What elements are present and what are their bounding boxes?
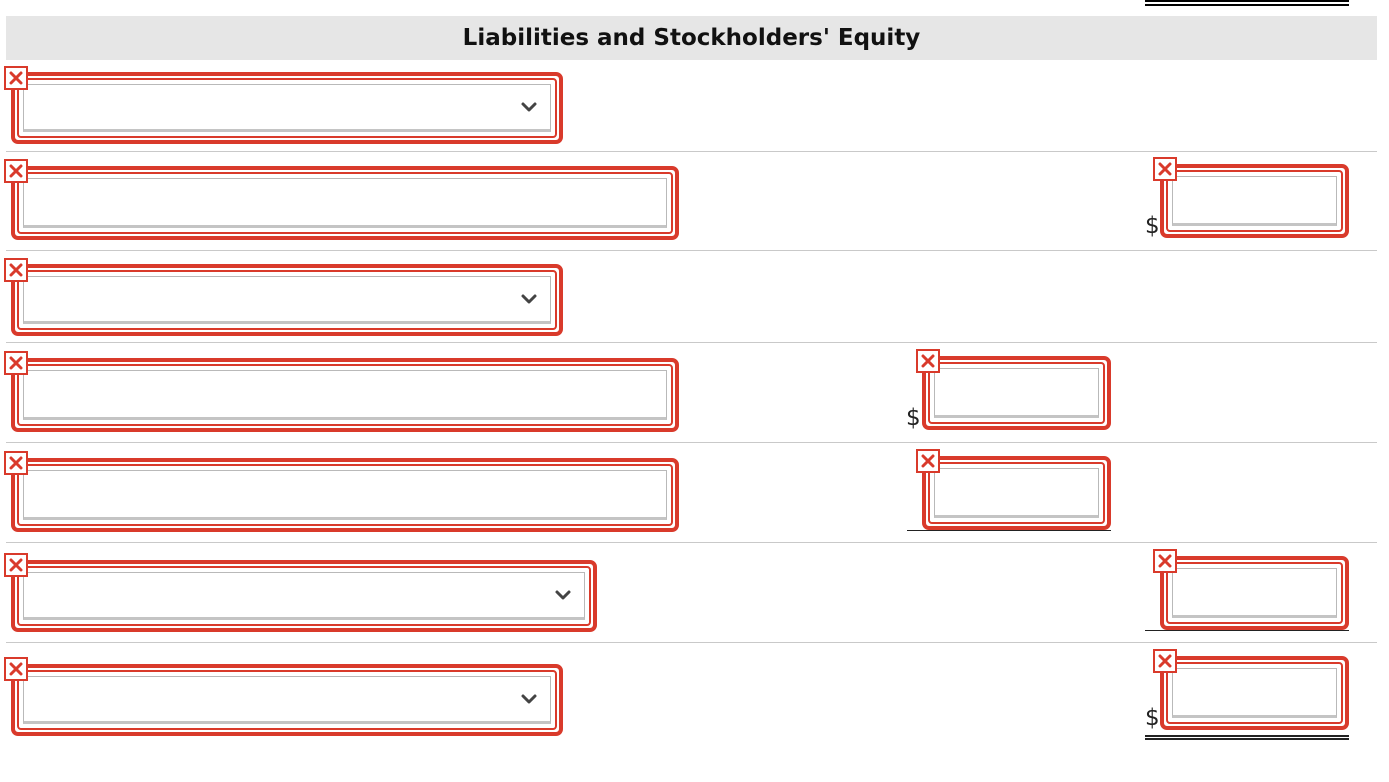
subtotal-underline: [907, 530, 1111, 531]
chevron-down-icon: [521, 694, 537, 704]
error-x-icon: [4, 553, 28, 577]
error-x-icon: [4, 66, 28, 90]
top-double-underline: [1145, 0, 1349, 6]
amount-field[interactable]: [934, 468, 1099, 518]
account-select-row-6[interactable]: [11, 560, 597, 632]
amount-input-row-2[interactable]: [1160, 164, 1349, 238]
amount-input-row-7[interactable]: [1160, 656, 1349, 730]
chevron-down-icon: [521, 294, 537, 304]
amount-input-row-4[interactable]: [922, 356, 1111, 430]
amount-field[interactable]: [1172, 668, 1337, 718]
account-input-row-4[interactable]: [11, 358, 679, 432]
row-divider: [6, 151, 1377, 152]
account-select-row-7[interactable]: [11, 664, 563, 736]
amount-field[interactable]: [1172, 568, 1337, 618]
amount-input-row-6[interactable]: [1160, 556, 1349, 630]
error-x-icon: [4, 451, 28, 475]
account-select-row-1[interactable]: [11, 72, 563, 144]
chevron-down-icon: [521, 102, 537, 112]
error-x-icon: [916, 349, 940, 373]
account-select-row-3[interactable]: [11, 264, 563, 336]
error-x-icon: [1153, 649, 1177, 673]
text-input[interactable]: [23, 470, 667, 520]
row-divider: [6, 442, 1377, 443]
amount-field[interactable]: [1172, 176, 1337, 226]
error-x-icon: [4, 258, 28, 282]
text-input[interactable]: [23, 370, 667, 420]
currency-symbol: $: [906, 405, 921, 431]
row-divider: [6, 250, 1377, 251]
amount-input-row-5[interactable]: [922, 456, 1111, 530]
section-header: Liabilities and Stockholders' Equity: [6, 16, 1377, 60]
section-title: Liabilities and Stockholders' Equity: [462, 25, 921, 51]
error-x-icon: [4, 657, 28, 681]
total-double-underline: [1145, 735, 1349, 740]
currency-symbol: $: [1145, 705, 1160, 731]
amount-field[interactable]: [934, 368, 1099, 418]
select-box[interactable]: [23, 276, 551, 324]
select-box[interactable]: [23, 676, 551, 724]
row-divider: [6, 642, 1377, 643]
error-x-icon: [4, 351, 28, 375]
chevron-down-icon: [555, 590, 571, 600]
row-divider: [6, 342, 1377, 343]
currency-symbol: $: [1145, 213, 1160, 239]
select-box[interactable]: [23, 84, 551, 132]
account-input-row-5[interactable]: [11, 458, 679, 532]
error-x-icon: [4, 159, 28, 183]
error-x-icon: [916, 449, 940, 473]
error-x-icon: [1153, 549, 1177, 573]
select-box[interactable]: [23, 572, 585, 620]
account-input-row-2[interactable]: [11, 166, 679, 240]
subtotal-underline: [1145, 630, 1349, 631]
row-divider: [6, 542, 1377, 543]
error-x-icon: [1153, 157, 1177, 181]
text-input[interactable]: [23, 178, 667, 228]
